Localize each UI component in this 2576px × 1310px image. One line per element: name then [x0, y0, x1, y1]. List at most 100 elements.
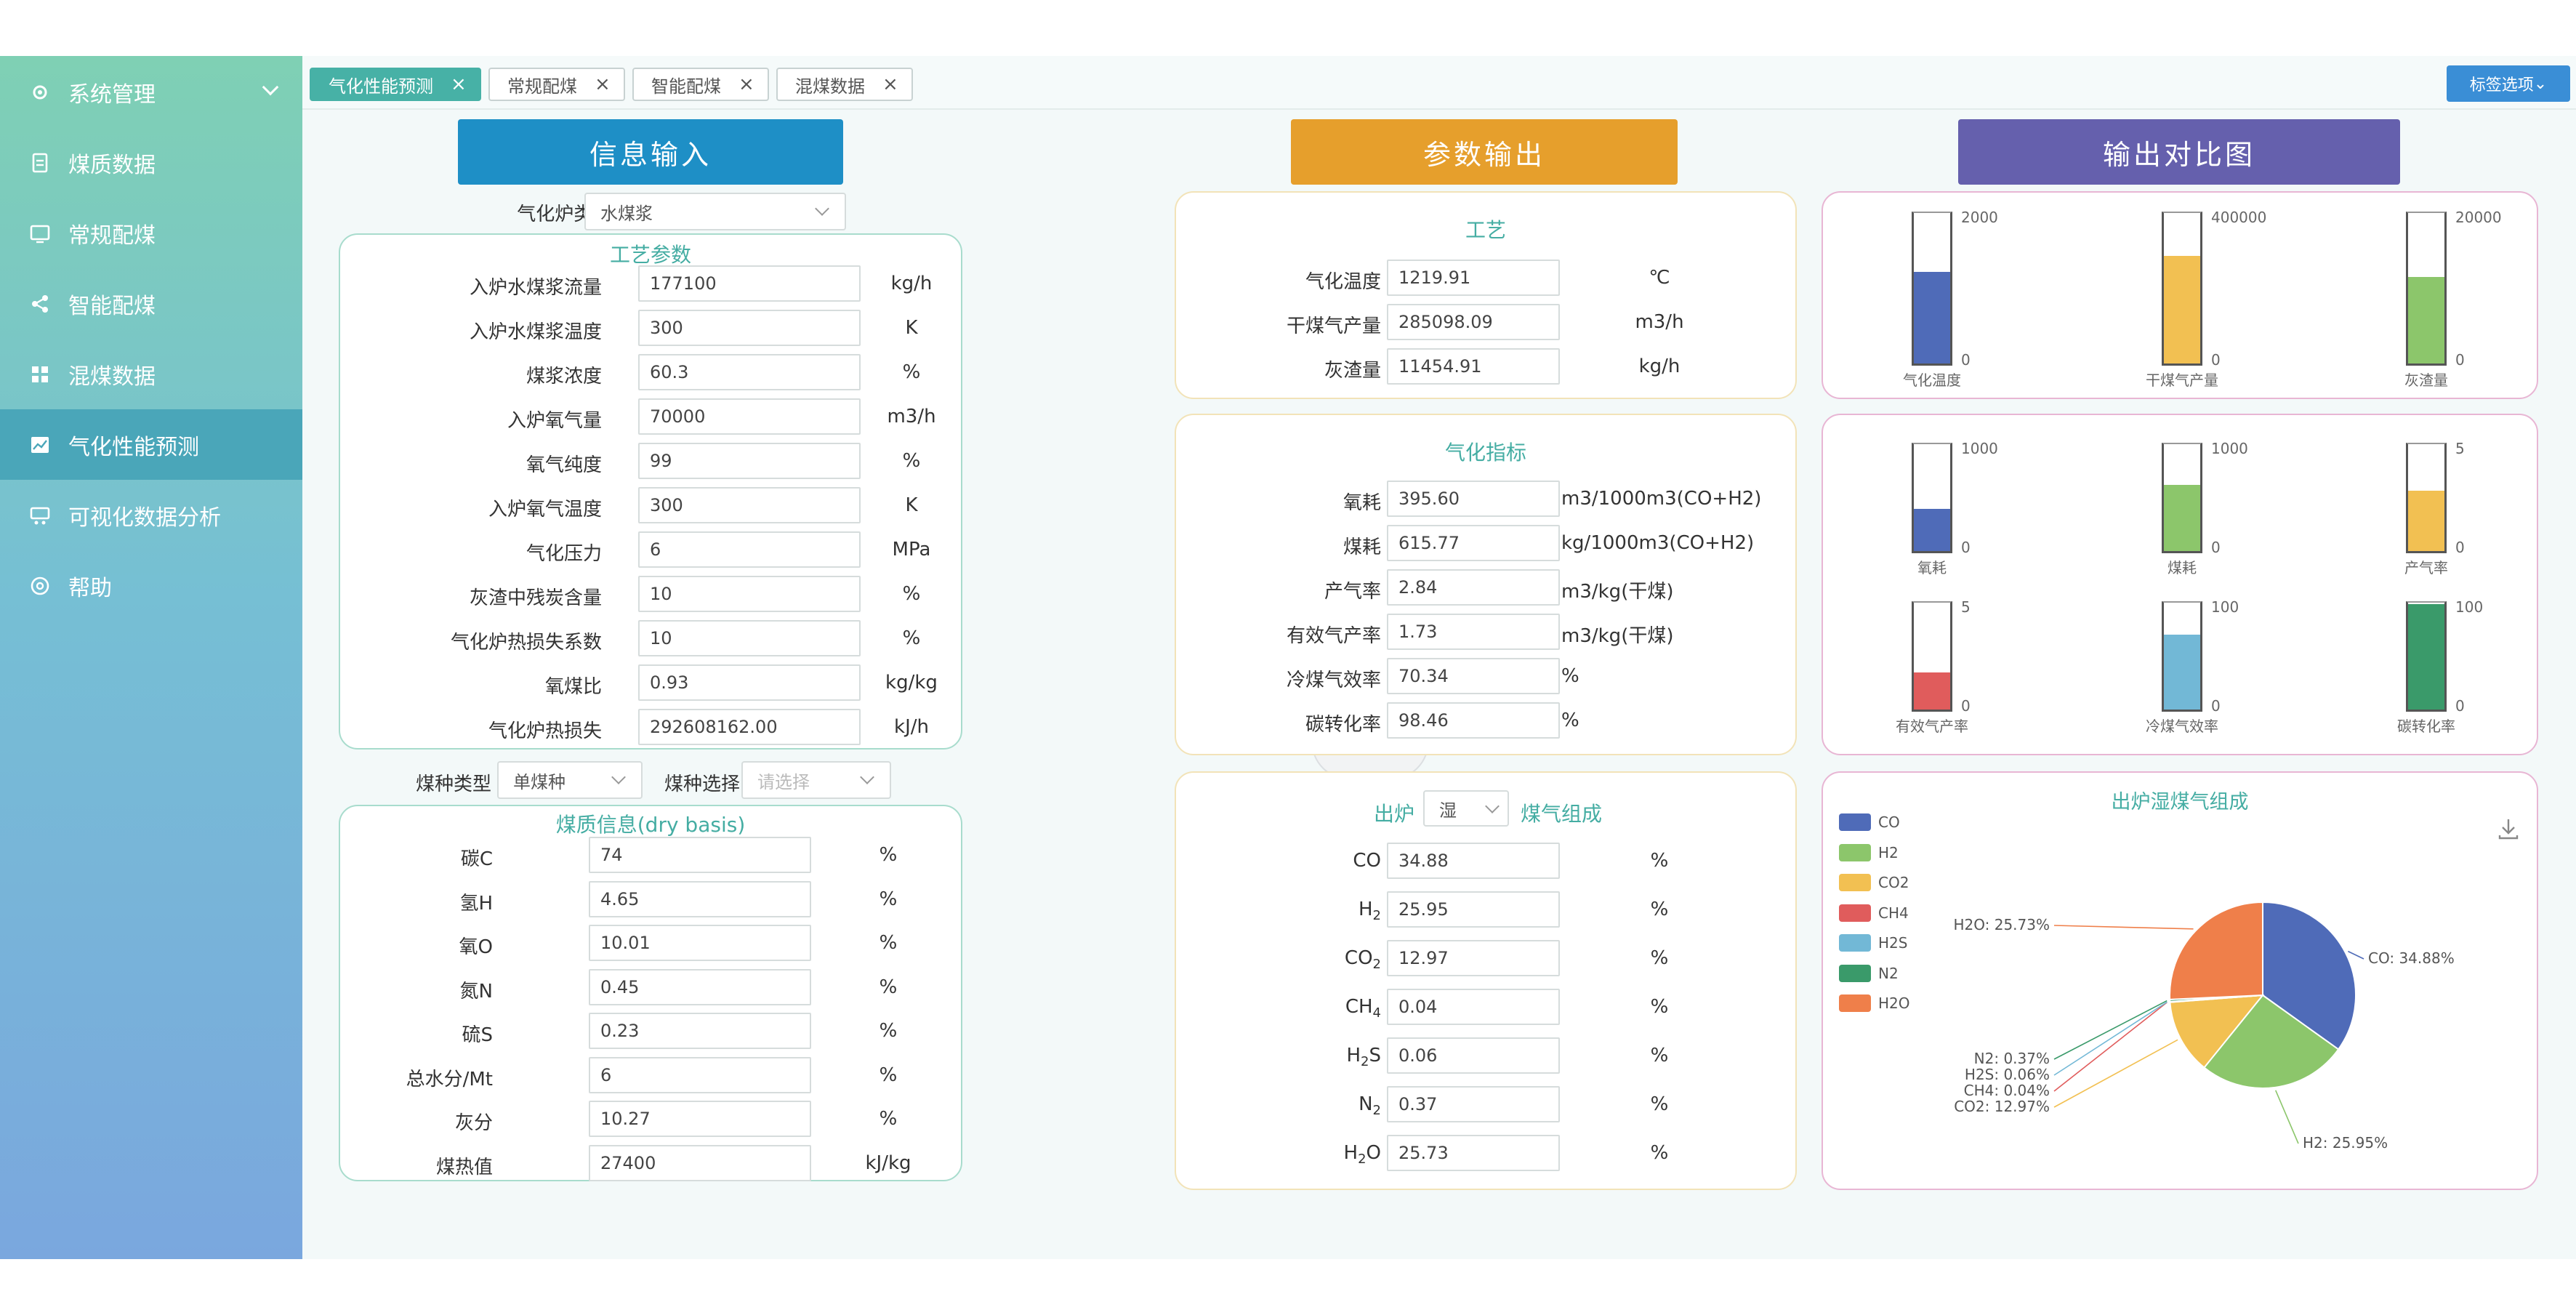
chevron-down-icon [262, 79, 279, 96]
field-label: 硫S [462, 1024, 493, 1046]
wet-dry-value: 湿 [1439, 800, 1457, 821]
wet-dry-select[interactable]: 湿 [1423, 790, 1509, 827]
gear-icon [33, 85, 47, 99]
value-input[interactable]: 10 [638, 620, 861, 656]
value-input[interactable]: 60.3 [638, 354, 861, 390]
value-input[interactable]: 25.95 [1387, 891, 1560, 928]
header-input: 信息输入 [458, 119, 843, 185]
app-root: 系统管理 煤质数据 常规配煤 智能配煤混煤数据气化性能预测 可视化数据分析 帮助 气化性能… [0, 0, 2576, 1310]
field-label: 气化炉热损失系数 [450, 632, 602, 654]
value-input[interactable]: 27400 [589, 1144, 811, 1181]
field-label: 冷煤气效率 [1286, 670, 1381, 691]
value-input[interactable]: 6 [638, 531, 861, 568]
close-icon[interactable]: × [595, 75, 611, 94]
gauge-min-label: 0 [2455, 697, 2465, 715]
gauge-min-label: 0 [2211, 697, 2221, 715]
field-label: 灰渣中残炭含量 [469, 587, 602, 609]
value-input[interactable]: 0.06 [1387, 1037, 1560, 1074]
gauge-max-label: 100 [2455, 598, 2484, 616]
value-input[interactable]: 1.73 [1387, 614, 1560, 650]
field-label: 入炉水煤浆温度 [469, 321, 602, 343]
value-input[interactable]: 300 [638, 310, 861, 346]
close-icon[interactable]: × [451, 75, 467, 94]
gas-label-sub: 2 [1358, 1152, 1367, 1168]
document-icon [32, 153, 48, 172]
value-input[interactable]: 74 [589, 837, 811, 873]
value-input[interactable]: 99 [638, 443, 861, 479]
sidebar-item-1[interactable]: 煤质数据 [0, 127, 302, 198]
coal-select-label: 煤种选择 [664, 773, 740, 795]
value-input[interactable]: 10 [638, 576, 861, 612]
unit-label: kJ/kg [865, 1152, 911, 1174]
sidebar-item-6[interactable]: 可视化数据分析 [0, 480, 302, 550]
gas-label-tail: O [1366, 1142, 1381, 1164]
tab-1[interactable]: 常规配煤 × [488, 68, 625, 101]
sidebar-item-3[interactable]: 智能配煤 [0, 268, 302, 339]
pie-slice[interactable] [2169, 901, 2263, 1000]
pie-slice-label: N2: 0.37% [1974, 1050, 2050, 1067]
sidebar-item-7[interactable]: 帮助 [0, 550, 302, 621]
gas-label: N2 [1191, 1093, 1381, 1118]
gauge [2162, 601, 2202, 712]
value-input[interactable]: 25.73 [1387, 1135, 1560, 1171]
unit-label: kg/h [890, 273, 933, 294]
gauge-max-label: 1000 [1961, 440, 1998, 457]
sidebar-item-5[interactable]: 气化性能预测 [0, 409, 302, 480]
value-input[interactable]: 70000 [638, 398, 861, 435]
unit-label: % [902, 627, 921, 649]
field-label: 氧O [459, 936, 493, 958]
tab-options-button[interactable]: 标签选项 ⌄ [2447, 65, 2570, 102]
coal-select[interactable]: 请选择 [741, 761, 891, 799]
value-input[interactable]: 0.93 [638, 664, 861, 701]
value-input[interactable]: 12.97 [1387, 940, 1560, 976]
value-input[interactable]: 10.27 [589, 1101, 811, 1137]
value-input[interactable]: 615.77 [1387, 525, 1560, 561]
gas-label-main: CO [1344, 947, 1373, 969]
tab-2[interactable]: 智能配煤 × [632, 68, 769, 101]
pie-leader-line [2275, 1090, 2299, 1144]
value-input[interactable]: 0.45 [589, 968, 811, 1005]
value-input[interactable]: 395.60 [1387, 481, 1560, 517]
sidebar-item-label: 混煤数据 [68, 363, 156, 390]
close-icon[interactable]: × [882, 75, 898, 94]
unit-label: % [902, 450, 921, 472]
value-input[interactable]: 4.65 [589, 880, 811, 917]
value-input[interactable]: 70.34 [1387, 658, 1560, 694]
chart-icon [31, 436, 49, 453]
gauge-min-label: 0 [2211, 351, 2221, 369]
coal-type-select[interactable]: 单煤种 [497, 761, 643, 799]
close-icon[interactable]: × [738, 75, 754, 94]
value-input[interactable]: 0.37 [1387, 1086, 1560, 1122]
unit-label: % [902, 583, 921, 605]
sidebar: 系统管理 煤质数据 常规配煤 智能配煤混煤数据气化性能预测 可视化数据分析 帮助 [0, 56, 302, 1259]
value-input[interactable]: 177100 [638, 265, 861, 302]
unit-label: K [905, 494, 918, 516]
sidebar-item-0[interactable]: 系统管理 [0, 57, 302, 127]
sidebar-item-2[interactable]: 常规配煤 [0, 198, 302, 268]
value-input[interactable]: 300 [638, 487, 861, 523]
chevron-down-icon [611, 770, 626, 784]
unit-label: % [1561, 665, 1579, 687]
value-input[interactable]: 11454.91 [1387, 348, 1560, 385]
value-input[interactable]: 6 [589, 1056, 811, 1093]
field-label: 氧耗 [1343, 492, 1381, 514]
value-input[interactable]: 0.23 [589, 1013, 811, 1049]
value-input[interactable]: 0.04 [1387, 989, 1560, 1025]
gasifier-type-select[interactable]: 水煤浆 [584, 193, 846, 230]
gas-label-sub: 2 [1372, 908, 1381, 924]
coal-type-value: 单煤种 [513, 771, 565, 792]
gauge-min-label: 0 [2211, 539, 2221, 556]
value-input[interactable]: 285098.09 [1387, 304, 1560, 340]
sidebar-item-4[interactable]: 混煤数据 [0, 339, 302, 409]
value-input[interactable]: 292608162.00 [638, 709, 861, 745]
tab-3[interactable]: 混煤数据 × [776, 68, 913, 101]
tab-0[interactable]: 气化性能预测 × [310, 68, 481, 101]
field-label: 总水分/Mt [406, 1068, 493, 1090]
gauge [2406, 212, 2447, 366]
value-input[interactable]: 34.88 [1387, 843, 1560, 879]
value-input[interactable]: 1219.91 [1387, 260, 1560, 296]
value-input[interactable]: 2.84 [1387, 569, 1560, 606]
field-label: 煤热值 [435, 1156, 493, 1178]
value-input[interactable]: 98.46 [1387, 702, 1560, 739]
value-input[interactable]: 10.01 [589, 925, 811, 961]
